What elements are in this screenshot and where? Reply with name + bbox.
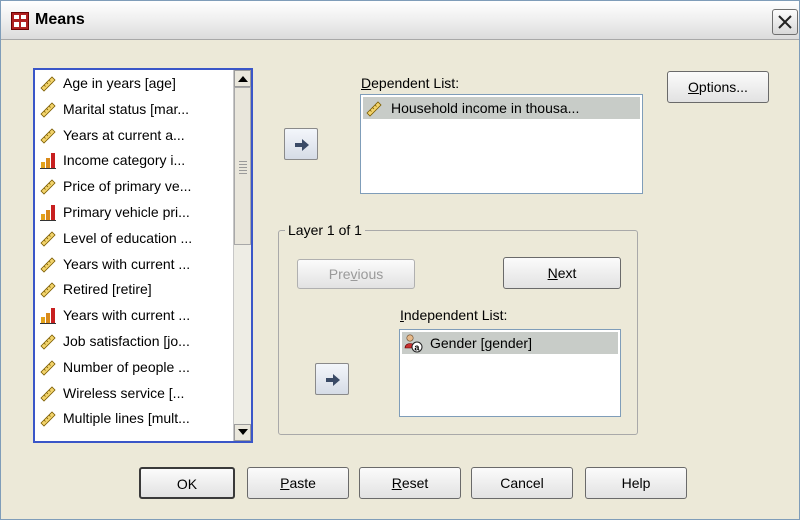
ruler-scale-icon xyxy=(40,360,56,376)
next-key: N xyxy=(547,265,558,281)
window-title: Means xyxy=(35,11,85,28)
ruler-scale-icon xyxy=(40,386,56,402)
ok-button[interactable]: OK xyxy=(139,467,235,499)
ruler-scale-icon xyxy=(40,334,56,350)
independent-list-label: Independent List: xyxy=(400,307,507,323)
right-arrow-icon xyxy=(326,374,340,386)
bar-ordinal-icon xyxy=(40,205,56,221)
variable-label: Years with current ... xyxy=(63,307,191,324)
cancel-button[interactable]: Cancel xyxy=(471,467,573,499)
close-icon xyxy=(778,15,792,29)
variable-label: Price of primary ve... xyxy=(63,178,192,195)
variable-list-scrollbar[interactable] xyxy=(233,70,251,441)
dependent-list-label-key: D xyxy=(361,75,372,91)
close-button[interactable] xyxy=(772,9,798,35)
dependent-list-label-text: ependent List: xyxy=(371,75,460,91)
nominal-var-icon: a xyxy=(404,334,423,353)
ruler-scale-icon xyxy=(40,257,56,273)
variable-label: Age in years [age] xyxy=(63,75,176,91)
ruler-scale-icon xyxy=(40,411,56,427)
next-text: ext xyxy=(557,265,577,281)
bar-ordinal-icon xyxy=(40,308,56,325)
move-to-dependent-button[interactable] xyxy=(284,128,318,160)
ruler-scale-icon xyxy=(40,282,56,298)
ruler-scale-icon xyxy=(366,101,382,117)
options-text: ptions... xyxy=(698,79,748,95)
means-dialog: Means Age in years [age] Marital status [… xyxy=(0,0,800,520)
independent-item-label: Gender [gender] xyxy=(430,335,532,351)
ruler-scale-icon xyxy=(40,179,56,195)
scroll-up-button[interactable] xyxy=(234,70,251,87)
down-arrow-icon xyxy=(238,429,248,435)
previous-post: ious xyxy=(357,266,384,282)
scroll-thumb[interactable] xyxy=(234,87,251,245)
help-label: Help xyxy=(621,475,651,491)
ruler-scale-icon xyxy=(40,231,56,247)
variable-label: Income category i... xyxy=(63,152,186,169)
variable-label: Primary vehicle pri... xyxy=(63,204,190,220)
title-bar[interactable]: Means xyxy=(1,1,799,40)
independent-list-item[interactable]: a Gender [gender] xyxy=(402,332,618,354)
previous-key: v xyxy=(350,266,358,282)
layer-group-title: Layer 1 of 1 xyxy=(285,222,365,238)
dependent-item-label: Household income in thousa... xyxy=(391,100,580,116)
means-dialog-icon xyxy=(11,12,29,30)
scroll-grip-icon xyxy=(239,160,247,174)
previous-pre: Pre xyxy=(328,266,351,282)
reset-text: eset xyxy=(401,475,429,491)
variable-label: Number of people ... xyxy=(63,358,190,375)
right-arrow-icon xyxy=(295,139,309,151)
paste-button[interactable]: Paste xyxy=(247,467,349,499)
ruler-scale-icon xyxy=(40,102,56,118)
cancel-label: Cancel xyxy=(500,475,544,491)
help-button[interactable]: Help xyxy=(585,467,687,499)
dependent-list-label: Dependent List: xyxy=(361,75,459,91)
reset-button[interactable]: Reset xyxy=(359,467,461,499)
paste-text: aste xyxy=(289,475,316,491)
previous-button[interactable]: Previous xyxy=(297,259,415,289)
bar-ordinal-icon xyxy=(40,153,56,170)
independent-list[interactable]: a Gender [gender] xyxy=(399,329,621,417)
ruler-scale-icon xyxy=(40,76,56,92)
source-variable-list[interactable]: Age in years [age] Marital status [mar...… xyxy=(33,68,253,443)
ok-label: OK xyxy=(176,476,198,492)
move-to-independent-button[interactable] xyxy=(315,363,349,395)
variable-label: Multiple lines [mult... xyxy=(63,410,190,427)
options-button[interactable]: Options... xyxy=(667,71,769,103)
options-key: O xyxy=(688,79,699,95)
up-arrow-icon xyxy=(238,76,248,82)
variable-label: Retired [retire] xyxy=(63,281,152,298)
variable-label: Years at current a... xyxy=(63,126,185,143)
dependent-list-item[interactable]: Household income in thousa... xyxy=(363,97,640,119)
ruler-scale-icon xyxy=(40,128,56,144)
variable-label: Level of education ... xyxy=(63,229,193,246)
reset-key: R xyxy=(391,475,402,491)
variable-label: Years with current ... xyxy=(63,255,191,272)
independent-list-label-text: ndependent List: xyxy=(403,307,508,323)
variable-label: Wireless service [... xyxy=(63,384,185,401)
scroll-down-button[interactable] xyxy=(234,424,251,441)
variable-label: Job satisfaction [jo... xyxy=(63,333,190,349)
variable-label: Marital status [mar... xyxy=(63,100,190,117)
next-button[interactable]: Next xyxy=(503,257,621,289)
dependent-list[interactable]: Household income in thousa... xyxy=(360,94,643,194)
